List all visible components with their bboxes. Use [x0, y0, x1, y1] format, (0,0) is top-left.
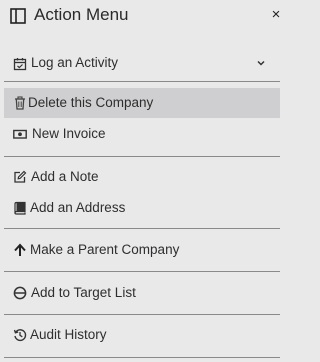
- menu-item-add-note[interactable]: Add a Note: [4, 162, 280, 192]
- menu-item-new-invoice[interactable]: New Invoice: [4, 119, 280, 149]
- add-target-list-label: Add to Target List: [31, 285, 136, 300]
- add-note-label: Add a Note: [31, 169, 99, 184]
- arrow-up-icon: [14, 243, 26, 256]
- delete-company-label: Delete this Company: [28, 95, 154, 110]
- panel-icon: [10, 8, 26, 24]
- chevron-down-icon: [257, 60, 265, 66]
- divider: [4, 81, 280, 82]
- divider: [4, 156, 280, 157]
- divider: [4, 228, 280, 229]
- money-icon: [13, 129, 27, 139]
- trash-icon: [15, 96, 25, 110]
- menu-item-make-parent[interactable]: Make a Parent Company: [4, 235, 280, 265]
- book-icon: [14, 201, 26, 215]
- action-menu-header: Action Menu ×: [0, 0, 287, 32]
- menu-item-log-activity[interactable]: Log an Activity: [4, 48, 280, 78]
- target-icon: [13, 286, 27, 300]
- page-title: Action Menu: [34, 5, 129, 24]
- add-address-label: Add an Address: [30, 200, 126, 215]
- audit-history-label: Audit History: [30, 327, 107, 342]
- menu-item-add-target-list[interactable]: Add to Target List: [4, 278, 280, 308]
- new-invoice-label: New Invoice: [32, 126, 106, 141]
- divider: [4, 314, 280, 315]
- calendar-icon: [13, 58, 27, 71]
- history-icon: [13, 329, 27, 342]
- log-activity-label: Log an Activity: [31, 55, 119, 70]
- divider: [4, 357, 280, 358]
- menu-item-delete-company[interactable]: Delete this Company: [4, 88, 280, 118]
- menu-item-audit-history[interactable]: Audit History: [4, 320, 280, 350]
- make-parent-label: Make a Parent Company: [30, 242, 180, 257]
- edit-icon: [14, 170, 27, 183]
- close-icon[interactable]: ×: [269, 6, 283, 24]
- menu-item-add-address[interactable]: Add an Address: [4, 193, 280, 223]
- divider: [4, 271, 280, 272]
